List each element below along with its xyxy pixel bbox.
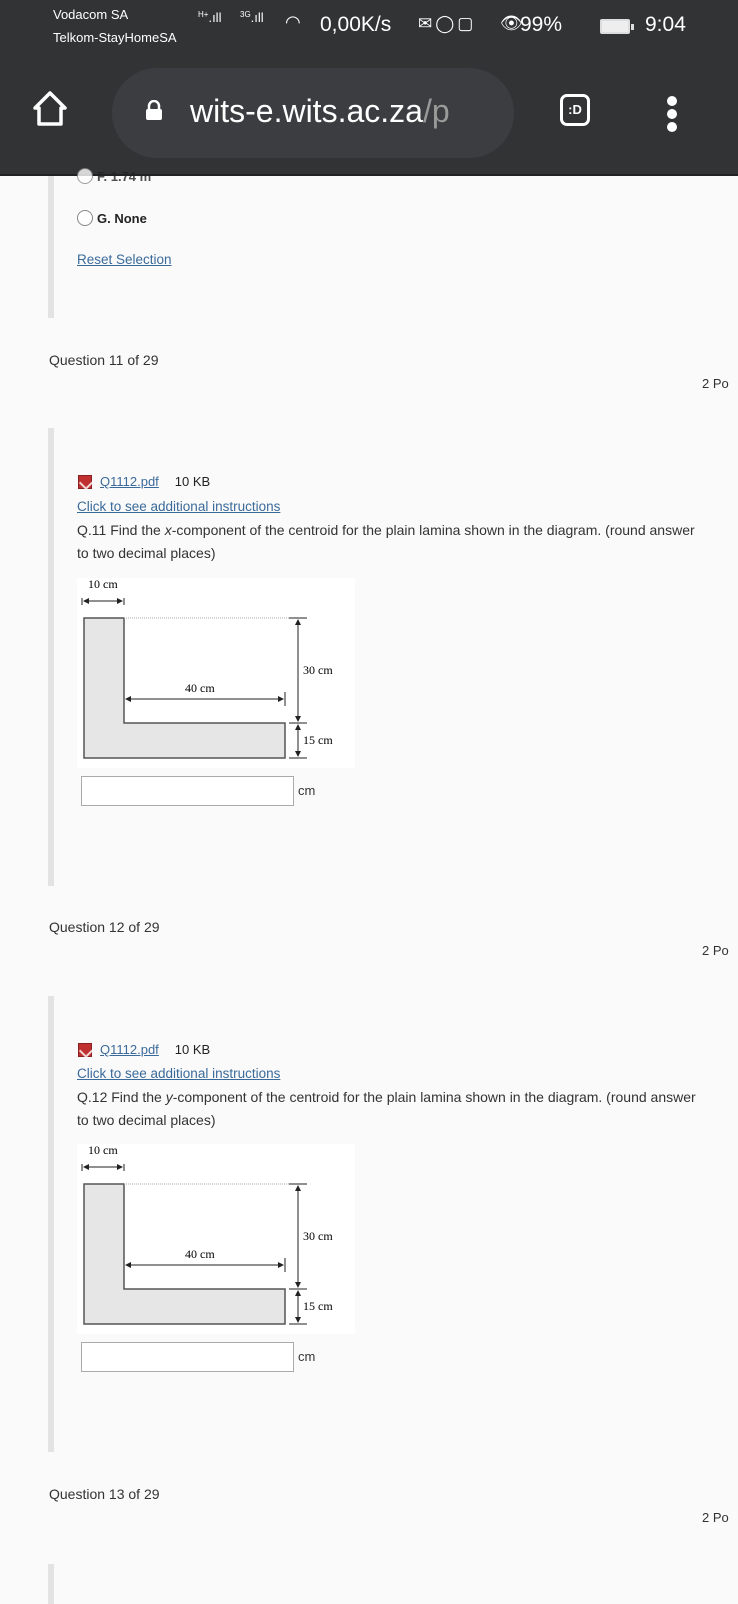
- question-text: Q.12 Find the y-component of the centroi…: [77, 1089, 696, 1128]
- question-10-block: [48, 176, 54, 318]
- question-12-block: [48, 996, 54, 1452]
- signal-icon-2: 3G.ıll: [240, 10, 264, 25]
- question-12-header: Question 12 of 29: [49, 919, 160, 935]
- network-speed: 0,00K/s: [320, 13, 392, 36]
- label-10cm: 10 cm: [88, 1144, 118, 1157]
- answer-unit: cm: [298, 783, 316, 798]
- label-10cm: 10 cm: [88, 578, 118, 591]
- url-text[interactable]: wits-e.wits.ac.za/p: [190, 93, 450, 130]
- answer-unit: cm: [298, 1349, 316, 1364]
- label-15cm: 15 cm: [303, 733, 333, 747]
- attachment: Q1112.pdf 10 KB: [78, 1042, 210, 1057]
- browser-toolbar: wits-e.wits.ac.za/p :D: [0, 58, 738, 176]
- question-12-points: 2 Po: [702, 943, 729, 958]
- radio-button[interactable]: [77, 210, 93, 226]
- home-button[interactable]: [30, 88, 70, 128]
- battery-percent: 99%: [520, 13, 563, 36]
- label-15cm: 15 cm: [303, 1299, 333, 1313]
- question-13-block: [48, 1564, 54, 1604]
- lock-icon: [146, 100, 162, 120]
- pdf-icon: [78, 1042, 92, 1057]
- attachment-link[interactable]: Q1112.pdf: [100, 1042, 159, 1057]
- lamina-diagram: 10 cm 40 cm 30 cm 15 cm: [77, 577, 355, 768]
- lamina-diagram-svg: 10 cm 40 cm 30 cm 15 cm: [81, 577, 333, 759]
- option-f[interactable]: F. 1.74 m: [77, 168, 151, 184]
- label-30cm: 30 cm: [303, 1229, 333, 1243]
- label-40cm: 40 cm: [185, 1247, 215, 1261]
- question-11-header: Question 11 of 29: [49, 352, 159, 368]
- question-11-points: 2 Po: [702, 376, 729, 391]
- option-g[interactable]: G. None: [77, 210, 147, 226]
- lamina-diagram: 10 cm 40 cm 30 cm 15 cm: [77, 1143, 355, 1334]
- question-11-block: [48, 428, 54, 886]
- instructions-link[interactable]: Click to see additional instructions: [77, 1066, 280, 1081]
- carrier-name-1: Vodacom SA: [53, 7, 129, 22]
- status-bar: Vodacom SA Telkom-StayHomeSA H+.ıll 3G.ı…: [0, 0, 738, 58]
- answer-input[interactable]: [81, 1342, 294, 1372]
- url-bar[interactable]: wits-e.wits.ac.za/p: [112, 68, 514, 158]
- question-13-header: Question 13 of 29: [49, 1486, 160, 1502]
- more-menu-button[interactable]: [665, 96, 679, 136]
- file-size: 10 KB: [174, 474, 211, 489]
- quiz-content: F. 1.74 m G. None Reset Selection Questi…: [0, 168, 738, 1604]
- pdf-icon: [78, 474, 92, 489]
- attachment-link[interactable]: Q1112.pdf: [100, 474, 159, 489]
- tab-switcher-button[interactable]: :D: [560, 94, 590, 126]
- clock: 9:04: [645, 13, 686, 36]
- home-icon: [33, 91, 67, 126]
- instructions-link[interactable]: Click to see additional instructions: [77, 499, 280, 514]
- signal-icon-1: H+.ıll: [198, 10, 222, 25]
- battery-icon: [600, 19, 634, 34]
- question-13-points: 2 Po: [702, 1510, 729, 1525]
- lamina-diagram-svg: 10 cm 40 cm 30 cm 15 cm: [81, 1143, 333, 1325]
- label-40cm: 40 cm: [185, 681, 215, 695]
- wifi-icon: ◠: [285, 12, 301, 32]
- question-text: Q.11 Find the x-component of the centroi…: [77, 522, 695, 561]
- file-size: 10 KB: [174, 1042, 211, 1057]
- label-30cm: 30 cm: [303, 663, 333, 677]
- mail-icon: ✉: [418, 14, 436, 33]
- answer-input[interactable]: [81, 776, 294, 806]
- whatsapp-icon: ◯: [435, 14, 458, 33]
- reset-selection-link[interactable]: Reset Selection: [77, 252, 172, 267]
- instagram-icon: ▢: [457, 14, 477, 33]
- radio-button[interactable]: [77, 168, 93, 184]
- attachment: Q1112.pdf 10 KB: [78, 474, 210, 489]
- carrier-name-2: Telkom-StayHomeSA: [53, 30, 177, 45]
